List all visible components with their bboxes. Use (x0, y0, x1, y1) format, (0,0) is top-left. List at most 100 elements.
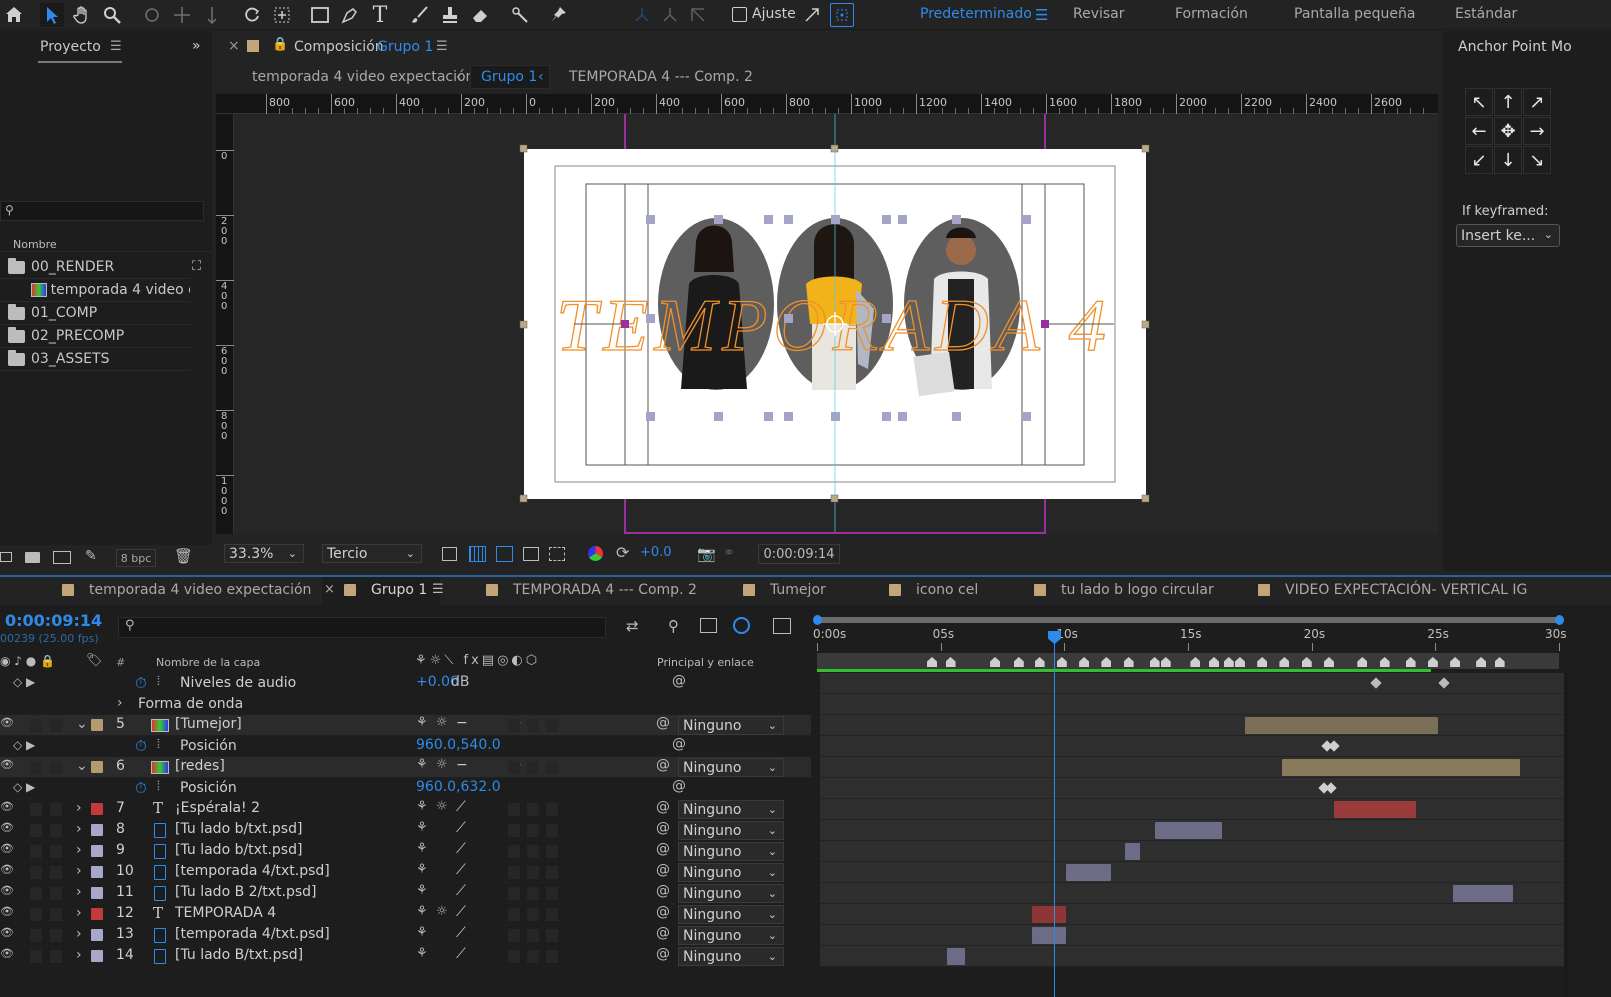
layer-row[interactable]: 👁 › 14 [Tu lado B/txt.psd] ⚘ ⟋ @ Ninguno ⌄ (0, 946, 811, 967)
parent-dropdown[interactable]: Ninguno ⌄ (678, 800, 784, 819)
marker-icon[interactable] (1190, 657, 1201, 667)
breadcrumb-root[interactable]: temporada 4 video expectación (252, 69, 474, 85)
breadcrumb-current[interactable]: Grupo 1 ‹ (470, 65, 550, 89)
time-ruler[interactable]: 0:00s 05s 10s 15s 20s 25s 30s (813, 613, 1567, 673)
timeline-scrollbar[interactable] (1564, 673, 1568, 997)
layer-row[interactable]: 👁 › 11 [Tu lado B 2/txt.psd] ⚘ ⟋ @ Ninguno ⌄ (0, 883, 811, 904)
layer-duration-bar[interactable] (946, 948, 966, 965)
label-color-swatch[interactable] (91, 824, 103, 836)
audio-toggle[interactable] (30, 803, 42, 816)
marker-icon[interactable] (1123, 657, 1134, 667)
visibility-eye-icon[interactable]: 👁 (0, 758, 14, 771)
audio-toggle[interactable] (30, 761, 42, 774)
marker-icon[interactable] (927, 657, 937, 667)
project-item[interactable]: 01_COMP (0, 302, 190, 325)
keyframe-nav-icon[interactable]: ◇ ▶ (13, 675, 35, 689)
fast-preview-icon[interactable] (442, 547, 457, 561)
clone-stamp-icon[interactable] (438, 3, 462, 27)
chevron-right-icon[interactable]: › (117, 695, 123, 711)
view-axis-icon[interactable] (686, 3, 710, 27)
keyframe-icon[interactable] (1328, 740, 1340, 752)
marker-icon[interactable] (1079, 657, 1090, 667)
render-icon[interactable]: ✎ (85, 548, 97, 564)
quality-slash-icon[interactable]: ⟋ (456, 820, 466, 836)
solo-toggle[interactable] (50, 845, 62, 858)
brush-tool-icon[interactable] (408, 3, 432, 27)
layer-duration-bar[interactable] (1155, 822, 1223, 839)
collapse-switch-icon[interactable]: ☼ (436, 715, 448, 730)
motion-blur-icon[interactable] (733, 617, 750, 634)
label-color-swatch[interactable] (91, 887, 103, 899)
property-value[interactable]: 960.0,632.0 (416, 779, 501, 795)
marker-icon[interactable] (1379, 657, 1390, 667)
marker-icon[interactable] (1208, 657, 1219, 667)
layer-name[interactable]: [Tu lado b/txt.psd] (175, 842, 302, 858)
collapse-switch-icon[interactable]: ☼ (436, 757, 448, 772)
project-search-input[interactable]: ⚲ (0, 201, 204, 221)
workspace-1[interactable]: Revisar (1073, 6, 1125, 22)
marker-icon[interactable] (1494, 657, 1505, 667)
layer-duration-bar[interactable] (1281, 759, 1521, 776)
layer-duration-bar[interactable] (1334, 801, 1416, 818)
marker-icon[interactable] (1034, 657, 1045, 667)
switch-box[interactable] (546, 908, 558, 921)
twirl-icon[interactable]: › (76, 926, 82, 942)
trash-icon[interactable]: 🗑 (174, 547, 193, 565)
audio-toggle[interactable] (30, 719, 42, 732)
switch-box[interactable] (508, 845, 520, 858)
zoom-tool-icon[interactable] (100, 3, 124, 27)
shy-switch-icon[interactable]: ⚘ (416, 820, 428, 835)
pickwhip-icon[interactable]: @ (656, 757, 670, 773)
visibility-eye-icon[interactable]: 👁 (0, 947, 14, 960)
parent-dropdown[interactable]: Ninguno ⌄ (678, 842, 784, 861)
timeline-tab[interactable]: icono cel (916, 582, 978, 598)
quality-slash-icon[interactable]: ⟋ (456, 841, 466, 857)
layer-row[interactable]: 👁⌄5[Tumejor]⚘☼−−@Ninguno⌄ (0, 715, 811, 736)
layer-duration-bar[interactable] (1125, 843, 1141, 860)
marker-icon[interactable] (1301, 657, 1312, 667)
pickwhip-icon[interactable]: @ (656, 820, 670, 836)
marker-icon[interactable] (1476, 657, 1487, 667)
switch-box[interactable] (527, 824, 539, 837)
visibility-eye-icon[interactable]: 👁 (0, 842, 14, 855)
switch-box[interactable] (508, 908, 520, 921)
hand-tool-icon[interactable] (70, 3, 94, 27)
switch-box[interactable] (546, 887, 558, 900)
property-value[interactable]: 960.0,540.0 (416, 737, 501, 753)
roto-brush-icon[interactable] (508, 3, 532, 27)
marker-icon[interactable] (1149, 657, 1160, 667)
switch-box[interactable] (508, 866, 520, 879)
project-item[interactable]: temporada 4 video exp (0, 279, 190, 302)
text-tool-icon[interactable]: T (368, 3, 392, 28)
timeline-tab[interactable]: TEMPORADA 4 --- Comp. 2 (513, 582, 697, 598)
switch-box[interactable] (508, 719, 520, 732)
keyframe-icon[interactable] (1325, 782, 1337, 794)
name-column-header[interactable]: Nombre de la capa (156, 656, 260, 669)
anchor-bottom-left-icon[interactable]: ↙ (1465, 146, 1493, 174)
layer-name[interactable]: [temporada 4/txt.psd] (175, 926, 330, 942)
audio-toggle[interactable] (30, 845, 42, 858)
twirl-icon[interactable]: ⌄ (76, 758, 88, 774)
new-folder-icon[interactable] (25, 552, 40, 563)
keyframe-nav-icon[interactable]: ◇ ▶ (13, 780, 35, 794)
switch-box[interactable] (508, 887, 520, 900)
parent-dropdown[interactable]: Ninguno ⌄ (678, 947, 784, 966)
marker-icon[interactable] (1279, 657, 1290, 667)
layer-name[interactable]: [Tumejor] (175, 716, 242, 732)
workspace-2[interactable]: Formación (1175, 6, 1248, 22)
audio-toggle[interactable] (30, 950, 42, 963)
switch-box[interactable] (508, 824, 520, 837)
selection-tool-icon[interactable] (40, 3, 64, 27)
label-color-swatch[interactable] (91, 908, 103, 920)
puppet-pin-icon[interactable] (546, 3, 570, 27)
snap-options-icon[interactable] (800, 3, 824, 27)
twirl-icon[interactable]: ⌄ (76, 716, 88, 732)
switch-box[interactable] (527, 761, 539, 774)
layer-row[interactable]: 👁 › 13 [temporada 4/txt.psd] ⚘ ⟋ @ Ninguno ⌄ (0, 925, 811, 946)
switch-box[interactable] (527, 719, 539, 732)
world-axis-icon[interactable] (658, 3, 682, 27)
layer-row[interactable]: 👁 › 12 T TEMPORADA 4 ⚘ ☼ ⟋ @ Ninguno ⌄ (0, 904, 811, 925)
work-area-start-handle[interactable] (813, 615, 822, 625)
marker-icon[interactable] (1450, 657, 1461, 667)
marker-icon[interactable] (1160, 657, 1171, 667)
